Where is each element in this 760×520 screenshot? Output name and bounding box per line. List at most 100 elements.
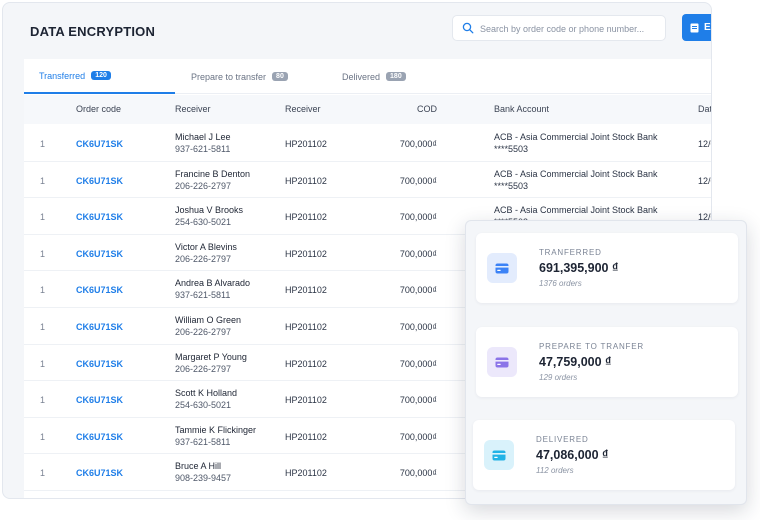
order-code-link[interactable]: CK6U71SK xyxy=(76,359,123,369)
column-header-bank-account: Bank Account xyxy=(494,104,550,114)
stat-label: DELIVERED xyxy=(536,435,589,444)
receiver-phone: 937-621-5811 xyxy=(175,436,231,447)
stat-value: 47,086,000 ₫ xyxy=(536,448,609,462)
cod-amount: 700,000₫ xyxy=(399,468,437,479)
row-index: 1 xyxy=(40,285,46,296)
receiver-phone: 206-226-2797 xyxy=(175,327,232,337)
tab-label: Delivered xyxy=(342,71,381,82)
cod-amount: 700,000₫ xyxy=(399,395,437,406)
stat-card-delivered: DELIVERED 47,086,000 ₫ 112 orders xyxy=(473,420,735,490)
row-index: 1 xyxy=(40,212,46,223)
tab-count-badge: 180 xyxy=(386,72,406,81)
bank-name: ACB - Asia Commercial Joint Stock Bank xyxy=(494,168,658,179)
stat-orders: 112 orders xyxy=(536,466,574,475)
row-index: 1 xyxy=(40,175,46,186)
stat-label: TRANFERRED xyxy=(539,248,602,257)
receiver-phone: 937-621-5811 xyxy=(175,144,231,154)
receiver-code: HP201102 xyxy=(285,395,327,406)
cod-amount: 700,000₫ xyxy=(399,248,437,259)
bank-account-number: ****5503 xyxy=(494,144,529,154)
receiver-code: HP201102 xyxy=(285,212,327,223)
receiver-name: William O Green xyxy=(175,315,242,325)
stat-orders: 129 orders xyxy=(539,373,578,382)
order-code-link[interactable]: CK6U71SK xyxy=(76,322,123,332)
cod-amount: 700,000₫ xyxy=(399,212,437,223)
stat-icon-box xyxy=(487,253,517,283)
stat-label: PREPARE TO TRANFER xyxy=(539,342,644,351)
order-code-link[interactable]: CK6U71SK xyxy=(76,395,123,405)
summary-panel: TRANFERRED 691,395,900 ₫ 1376 orders PRE… xyxy=(465,220,747,505)
stat-icon-box xyxy=(487,347,517,377)
tab-label: Transferred xyxy=(39,70,86,81)
row-index: 1 xyxy=(40,468,46,479)
row-index: 1 xyxy=(40,322,46,332)
receiver-name: Francine B Denton xyxy=(175,168,251,179)
stat-icon-box xyxy=(484,440,514,470)
receiver-code: HP201102 xyxy=(285,285,327,296)
cod-amount: 700,000₫ xyxy=(399,139,437,149)
receiver-phone: 908-239-9457 xyxy=(175,473,232,484)
card-icon xyxy=(495,357,509,367)
receiver-code: HP201102 xyxy=(285,322,327,332)
search-box[interactable] xyxy=(452,15,666,41)
receiver-phone: 206-226-2797 xyxy=(175,363,232,374)
row-index: 1 xyxy=(40,395,46,406)
tab-bar: Transferred 120 Prepare to transfer 80 D… xyxy=(24,59,711,94)
receiver-name: Margaret P Young xyxy=(175,351,247,362)
row-index: 1 xyxy=(40,248,46,259)
bank-account-number: ****5503 xyxy=(494,180,529,191)
bank-name: ACB - Asia Commercial Joint Stock Bank xyxy=(494,205,658,216)
cod-amount: 700,000₫ xyxy=(399,358,437,369)
cod-amount: 700,000₫ xyxy=(399,322,437,332)
column-header-cod: COD xyxy=(417,104,437,114)
receiver-phone: 937-621-5811 xyxy=(175,290,231,301)
page-title: DATA ENCRYPTION xyxy=(30,24,156,39)
cod-amount: 700,000₫ xyxy=(399,285,437,296)
export-button[interactable]: Ex xyxy=(682,14,711,41)
row-index: 1 xyxy=(40,431,46,442)
column-header-date: Date xyxy=(698,104,712,114)
receiver-name: Scott K Holland xyxy=(175,388,238,399)
order-code-link[interactable]: CK6U71SK xyxy=(76,468,123,478)
receiver-code: HP201102 xyxy=(285,358,327,369)
search-input[interactable] xyxy=(480,21,662,37)
order-code-link[interactable]: CK6U71SK xyxy=(76,139,123,149)
row-index: 1 xyxy=(40,358,46,369)
order-date: 12/0 xyxy=(698,175,711,186)
stat-card-transferred: TRANFERRED 691,395,900 ₫ 1376 orders xyxy=(476,233,738,303)
cod-amount: 700,000₫ xyxy=(399,431,437,442)
order-code-link[interactable]: CK6U71SK xyxy=(76,212,123,222)
tab-prepare-to-transfer[interactable]: Prepare to transfer 80 xyxy=(191,59,288,94)
export-label: Ex xyxy=(704,22,711,33)
card-icon xyxy=(495,263,509,273)
card-icon xyxy=(492,450,506,460)
stat-orders: 1376 orders xyxy=(539,279,582,288)
tab-delivered[interactable]: Delivered 180 xyxy=(342,59,406,94)
receiver-phone: 206-226-2797 xyxy=(175,180,232,191)
row-index: 1 xyxy=(40,139,46,149)
tab-count-badge: 120 xyxy=(91,71,111,80)
receiver-code: HP201102 xyxy=(285,468,327,479)
receiver-phone: 254-630-5021 xyxy=(175,400,232,411)
table-row[interactable]: 1 CK6U71SK Michael J Lee 937-621-5811 HP2011… xyxy=(24,125,711,162)
receiver-code: HP201102 xyxy=(285,248,327,259)
column-header-receiver: Receiver xyxy=(175,104,211,114)
receiver-code: HP201102 xyxy=(285,139,327,149)
order-code-link[interactable]: CK6U71SK xyxy=(76,432,123,442)
cod-amount: 700,000₫ xyxy=(399,175,437,186)
stat-card-prepare: PREPARE TO TRANFER 47,759,000 ₫ 129 orde… xyxy=(476,327,738,397)
order-code-link[interactable]: CK6U71SK xyxy=(76,285,123,295)
receiver-name: Bruce A Hill xyxy=(175,461,222,472)
export-icon xyxy=(690,23,699,32)
column-header-order-code: Order code xyxy=(76,104,122,114)
receiver-name: Andrea B Alvarado xyxy=(175,278,251,289)
order-code-link[interactable]: CK6U71SK xyxy=(76,176,123,186)
search-icon xyxy=(462,22,474,34)
receiver-name: Tammie K Flickinger xyxy=(175,424,257,435)
order-code-link[interactable]: CK6U71SK xyxy=(76,249,123,259)
receiver-name: Joshua V Brooks xyxy=(175,205,244,216)
tab-transferred[interactable]: Transferred 120 xyxy=(24,59,175,94)
stat-value: 47,759,000 ₫ xyxy=(539,355,612,369)
table-row[interactable]: 1 CK6U71SK Francine B Denton 206-226-2797 HP… xyxy=(24,162,711,199)
table-header: Order code Receiver Receiver COD Bank Ac… xyxy=(24,95,712,124)
